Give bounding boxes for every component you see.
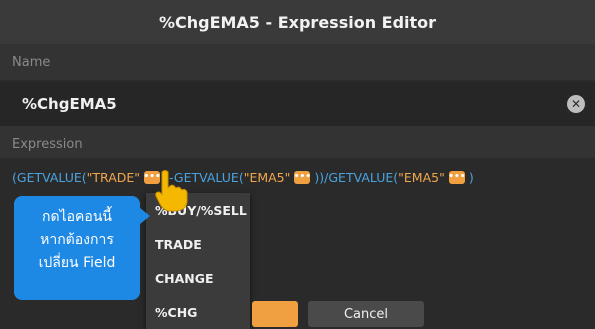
expr-field-token: "EMA5": [243, 170, 291, 185]
name-label: Name: [0, 44, 595, 80]
expr-field-token: "EMA5": [398, 170, 445, 185]
close-circle-icon[interactable]: ✕: [567, 95, 585, 113]
expression-text[interactable]: (GETVALUE( "TRADE" ••• )-GETVALUE( "EMA5…: [12, 170, 474, 185]
help-tooltip: กดไอคอนนี้ หากต้องการ เปลี่ยน Field: [14, 196, 150, 300]
pointing-hand-icon: [155, 170, 188, 212]
expression-label: Expression: [0, 126, 595, 162]
name-field[interactable]: %ChgEMA5 ✕: [0, 82, 595, 126]
expr-function-token: (GETVALUE(: [12, 170, 87, 185]
dropdown-item-trade[interactable]: TRADE: [146, 227, 250, 261]
tooltip-line: เปลี่ยน Field: [38, 255, 116, 271]
expr-field-token: "TRADE": [86, 170, 141, 185]
more-dots-icon[interactable]: •••: [294, 171, 311, 184]
more-dots-icon[interactable]: •••: [448, 171, 465, 184]
dropdown-item-pct-chg[interactable]: %CHG: [146, 295, 250, 329]
expr-function-token: ))/GETVALUE(: [314, 170, 399, 185]
tooltip-line: กดไอคอนนี้: [42, 209, 112, 225]
window-title: %ChgEMA5 - Expression Editor: [0, 0, 595, 44]
field-dropdown[interactable]: %BUY/%SELL TRADE CHANGE %CHG: [146, 193, 250, 329]
name-value[interactable]: %ChgEMA5: [0, 95, 117, 113]
expr-function-token: ): [468, 170, 474, 185]
tooltip-arrow: [140, 208, 150, 224]
dropdown-item-change[interactable]: CHANGE: [146, 261, 250, 295]
ok-button[interactable]: [252, 301, 298, 327]
cancel-button[interactable]: Cancel: [308, 301, 424, 327]
tooltip-line: หากต้องการ: [40, 232, 114, 248]
